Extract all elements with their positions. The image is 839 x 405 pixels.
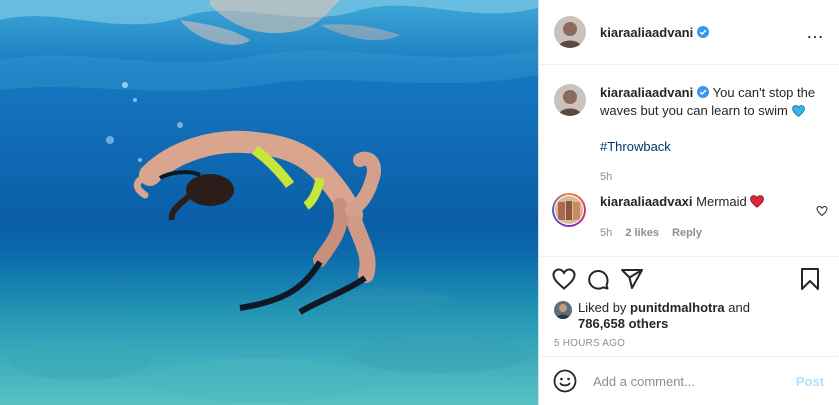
comment-bubble-icon[interactable] (586, 267, 610, 291)
hashtag-link[interactable]: #Throwback (600, 138, 671, 156)
story-ring-avatar[interactable] (552, 193, 586, 227)
instagram-post: kiaraaliaadvani … kiaraaliaadvani You ca… (0, 0, 839, 405)
likes-text: Liked by punitdmalhotra and 786,658 othe… (578, 300, 750, 332)
verified-badge-icon (697, 26, 710, 38)
like-comment-heart-icon[interactable] (816, 205, 828, 217)
comment-body: kiaraaliaadvaxi Mermaid 5h 2 likes Reply (600, 193, 800, 242)
reply-button[interactable]: Reply (672, 227, 702, 239)
like-heart-icon[interactable] (552, 268, 576, 290)
underwater-scene (0, 0, 538, 405)
post-comment-button[interactable]: Post (796, 374, 824, 389)
caption-text-block: kiaraaliaadvani You can't stop the waves… (600, 84, 824, 186)
likes-summary: Liked by punitdmalhotra and 786,658 othe… (539, 300, 838, 332)
caption-username[interactable]: kiaraaliaadvani (600, 85, 693, 100)
share-paper-plane-icon[interactable] (620, 267, 644, 291)
comment-likes[interactable]: 2 likes (625, 227, 659, 239)
comments-section: kiaraaliaadvani You can't stop the waves… (539, 66, 838, 256)
comment-time[interactable]: 5h (600, 227, 612, 239)
profile-photo-icon (555, 196, 583, 224)
comment-text: Mermaid (696, 194, 747, 209)
post-details-panel: kiaraaliaadvani … kiaraaliaadvani You ca… (538, 0, 839, 405)
and-label: and (728, 300, 750, 315)
caption-time[interactable]: 5h (600, 168, 824, 186)
caption-avatar[interactable] (554, 84, 586, 116)
caption: kiaraaliaadvani You can't stop the waves… (554, 84, 824, 186)
author-avatar[interactable] (554, 16, 586, 48)
add-comment-bar: Post (539, 356, 838, 405)
post-image[interactable] (0, 0, 538, 405)
liked-by-label: Liked by (578, 300, 627, 315)
blue-heart-icon (791, 105, 805, 117)
liker-username[interactable]: punitdmalhotra (630, 300, 725, 315)
profile-photo-icon (554, 301, 572, 319)
verified-badge-icon (697, 86, 710, 98)
author-username[interactable]: kiaraaliaadvani (600, 25, 693, 40)
comment-username[interactable]: kiaraaliaadvaxi (600, 194, 693, 209)
profile-photo-icon (554, 84, 586, 116)
action-bar (539, 257, 838, 301)
more-options-icon[interactable]: … (806, 23, 825, 41)
action-area: Liked by punitdmalhotra and 786,658 othe… (539, 256, 838, 349)
emoji-smiley-icon[interactable] (553, 369, 577, 393)
post-timestamp[interactable]: 5 HOURS AGO (539, 338, 838, 349)
others-count[interactable]: 786,658 others (578, 316, 668, 331)
liker-avatar[interactable] (554, 301, 572, 319)
add-comment-input[interactable] (591, 372, 785, 390)
save-bookmark-icon[interactable] (800, 267, 820, 291)
comment-item: kiaraaliaadvaxi Mermaid 5h 2 likes Reply (552, 193, 828, 242)
comment-meta: 5h 2 likes Reply (600, 224, 800, 242)
profile-photo-icon (554, 16, 586, 48)
post-header: kiaraaliaadvani … (539, 0, 839, 65)
red-heart-icon (750, 195, 765, 208)
